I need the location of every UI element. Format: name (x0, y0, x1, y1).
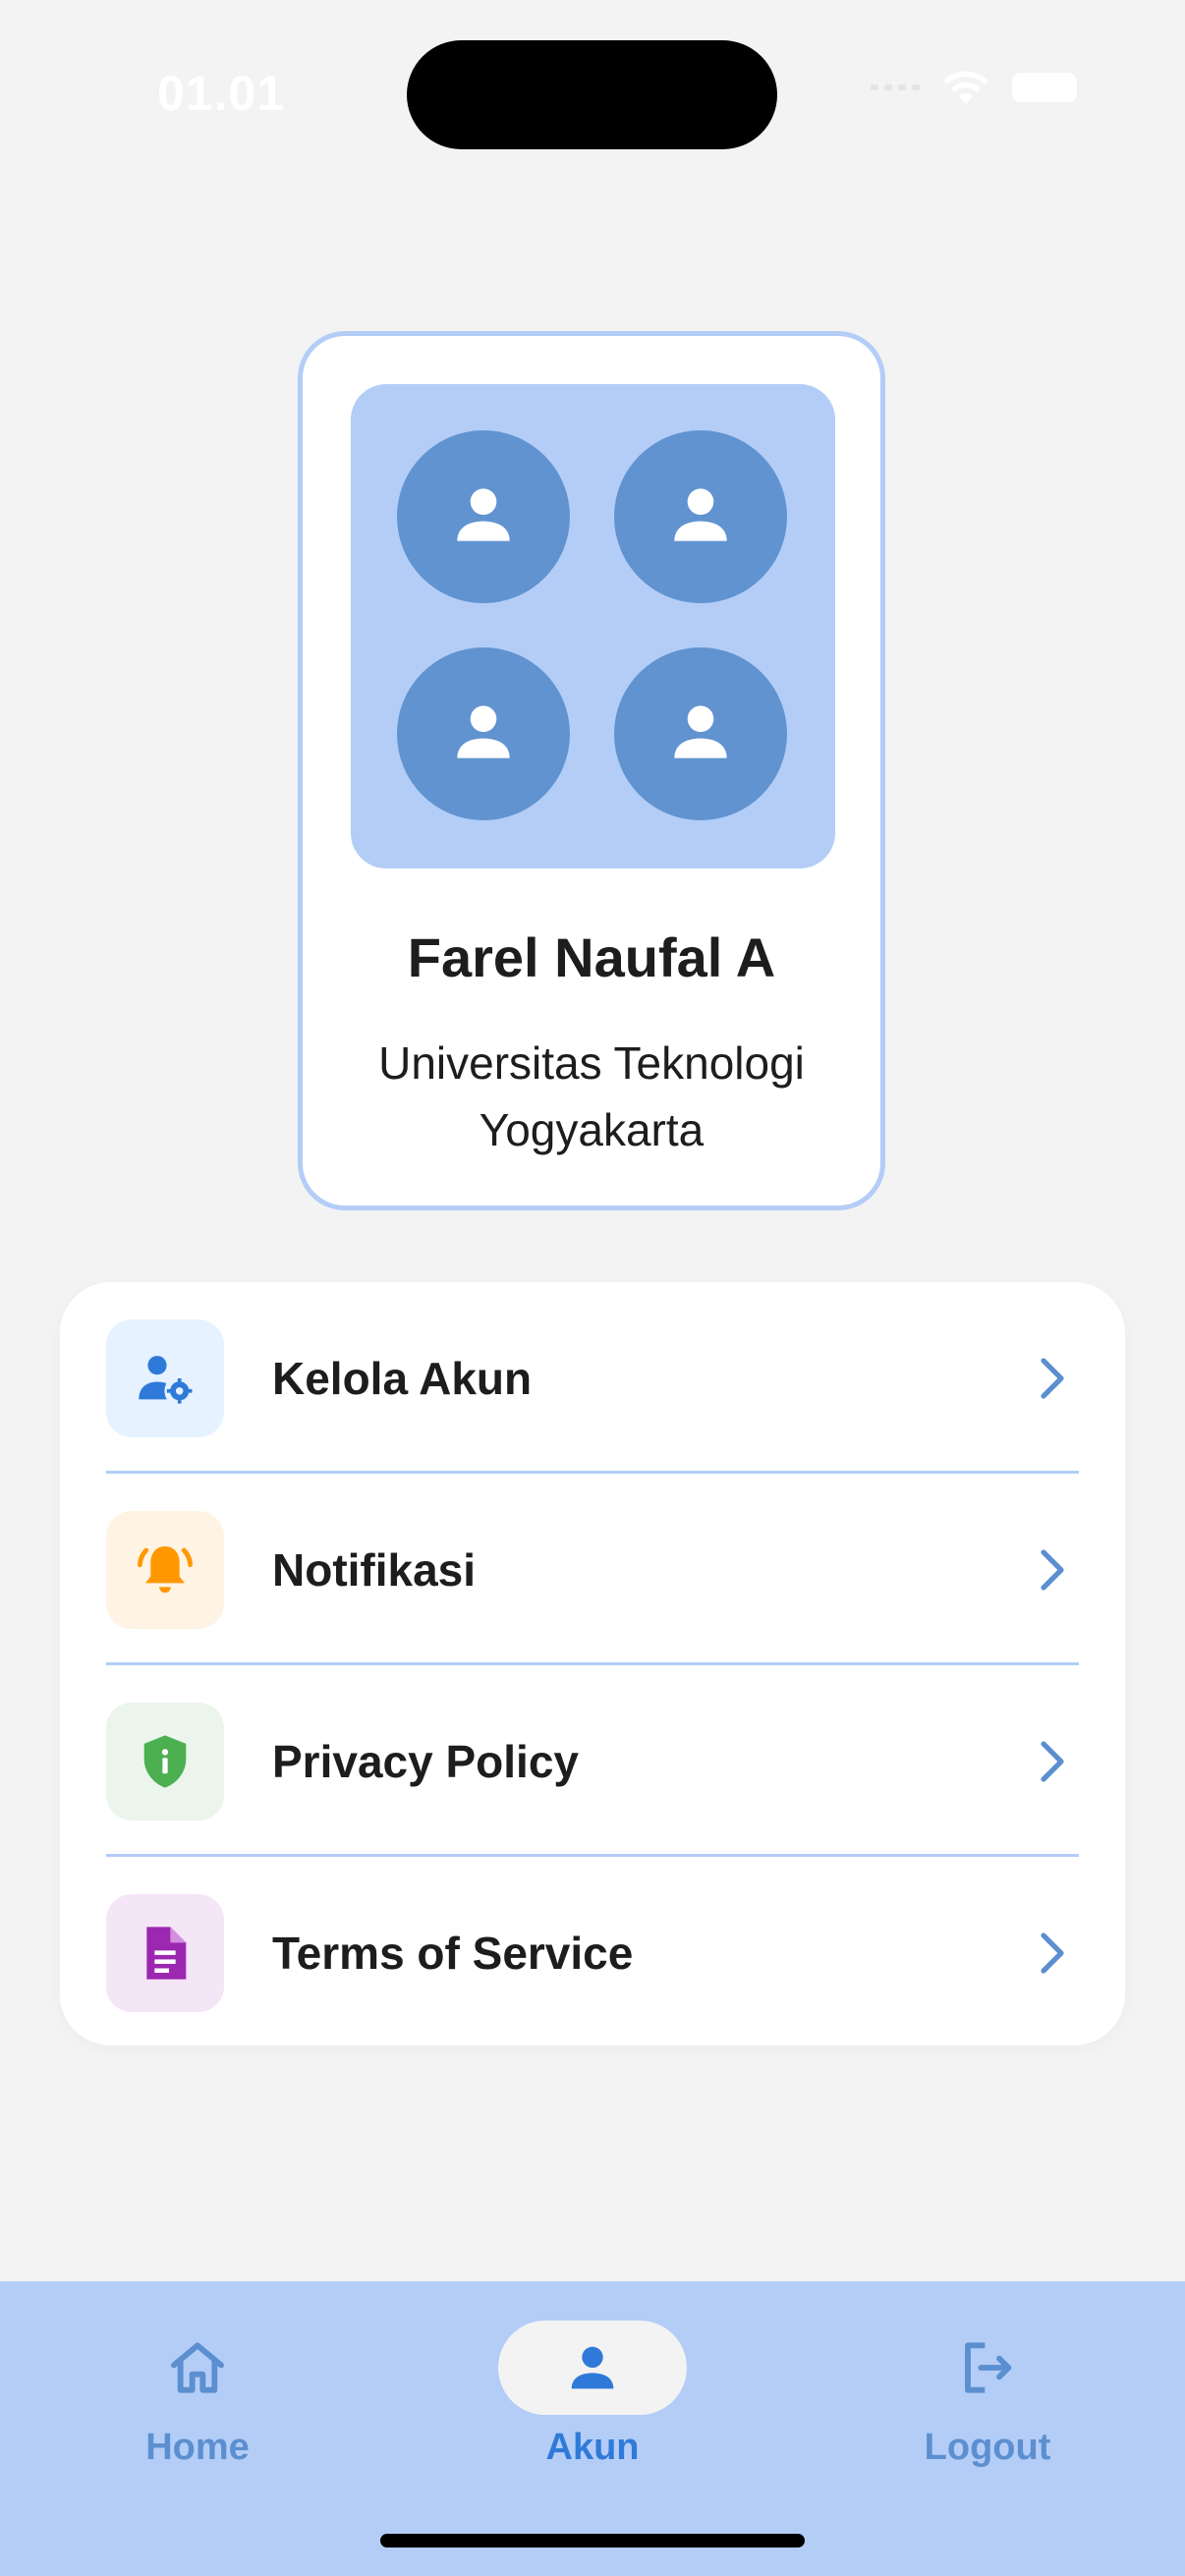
avatar (614, 647, 787, 820)
nav-item-home[interactable]: Home (70, 2321, 325, 2469)
status-icons (871, 69, 1077, 106)
chevron-right-icon (1041, 1932, 1064, 1974)
dynamic-island (407, 40, 777, 149)
menu-icon-box (106, 1893, 224, 2012)
avatar-grid (351, 384, 835, 868)
status-time: 01.01 (157, 66, 286, 121)
nav-icon-container-active (498, 2321, 687, 2415)
chevron-right-icon (1041, 1357, 1064, 1399)
menu-item-kelola-akun[interactable]: Kelola Akun (106, 1282, 1079, 1474)
person-icon (674, 488, 727, 541)
menu-item-notifikasi[interactable]: Notifikasi (106, 1474, 1079, 1665)
home-indicator[interactable] (380, 2534, 805, 2548)
settings-menu: Kelola Akun Notifikasi Privacy Policy Te… (60, 1282, 1125, 2045)
wifi-icon (943, 71, 988, 104)
menu-icon-box (106, 1318, 224, 1437)
nav-label: Logout (924, 2427, 1051, 2468)
avatar (614, 430, 787, 603)
nav-label: Akun (545, 2427, 640, 2468)
nav-icon-container (893, 2321, 1082, 2415)
profile-card: Farel Naufal A Universitas Teknologi Yog… (298, 331, 885, 1210)
battery-icon (1012, 73, 1077, 102)
person-icon (571, 2346, 614, 2389)
nav-label: Home (145, 2427, 250, 2468)
signal-icon (871, 84, 920, 90)
logout-icon (965, 2342, 1012, 2393)
menu-icon-box (106, 1702, 224, 1820)
bottom-navigation: Home Akun Logout (0, 2281, 1185, 2576)
nav-item-logout[interactable]: Logout (860, 2321, 1115, 2469)
nav-icon-container (103, 2321, 292, 2415)
person-icon (457, 705, 510, 758)
menu-item-label: Terms of Service (272, 1927, 634, 1979)
shield-info-icon (143, 1734, 187, 1788)
manage-account-icon (139, 1355, 193, 1404)
account-screen: 01.01 Farel Naufal A Universitas Teknolo… (0, 0, 1185, 2576)
home-icon (171, 2342, 224, 2393)
avatar (397, 647, 570, 820)
menu-item-label: Notifikasi (272, 1543, 477, 1596)
profile-organization: Universitas Teknologi Yogyakarta (378, 1037, 805, 1155)
menu-item-label: Privacy Policy (272, 1735, 579, 1787)
menu-item-label: Kelola Akun (272, 1352, 533, 1404)
person-icon (674, 705, 727, 758)
bell-ringing-icon (138, 1545, 193, 1593)
avatar (397, 430, 570, 603)
menu-item-privacy-policy[interactable]: Privacy Policy (106, 1665, 1079, 1857)
menu-icon-box (106, 1510, 224, 1629)
person-icon (457, 488, 510, 541)
profile-name: Farel Naufal A (407, 926, 776, 988)
menu-item-terms-of-service[interactable]: Terms of Service (106, 1857, 1079, 2048)
document-icon (146, 1926, 187, 1980)
chevron-right-icon (1041, 1548, 1064, 1591)
nav-item-akun[interactable]: Akun (465, 2321, 720, 2469)
chevron-right-icon (1041, 1740, 1064, 1782)
